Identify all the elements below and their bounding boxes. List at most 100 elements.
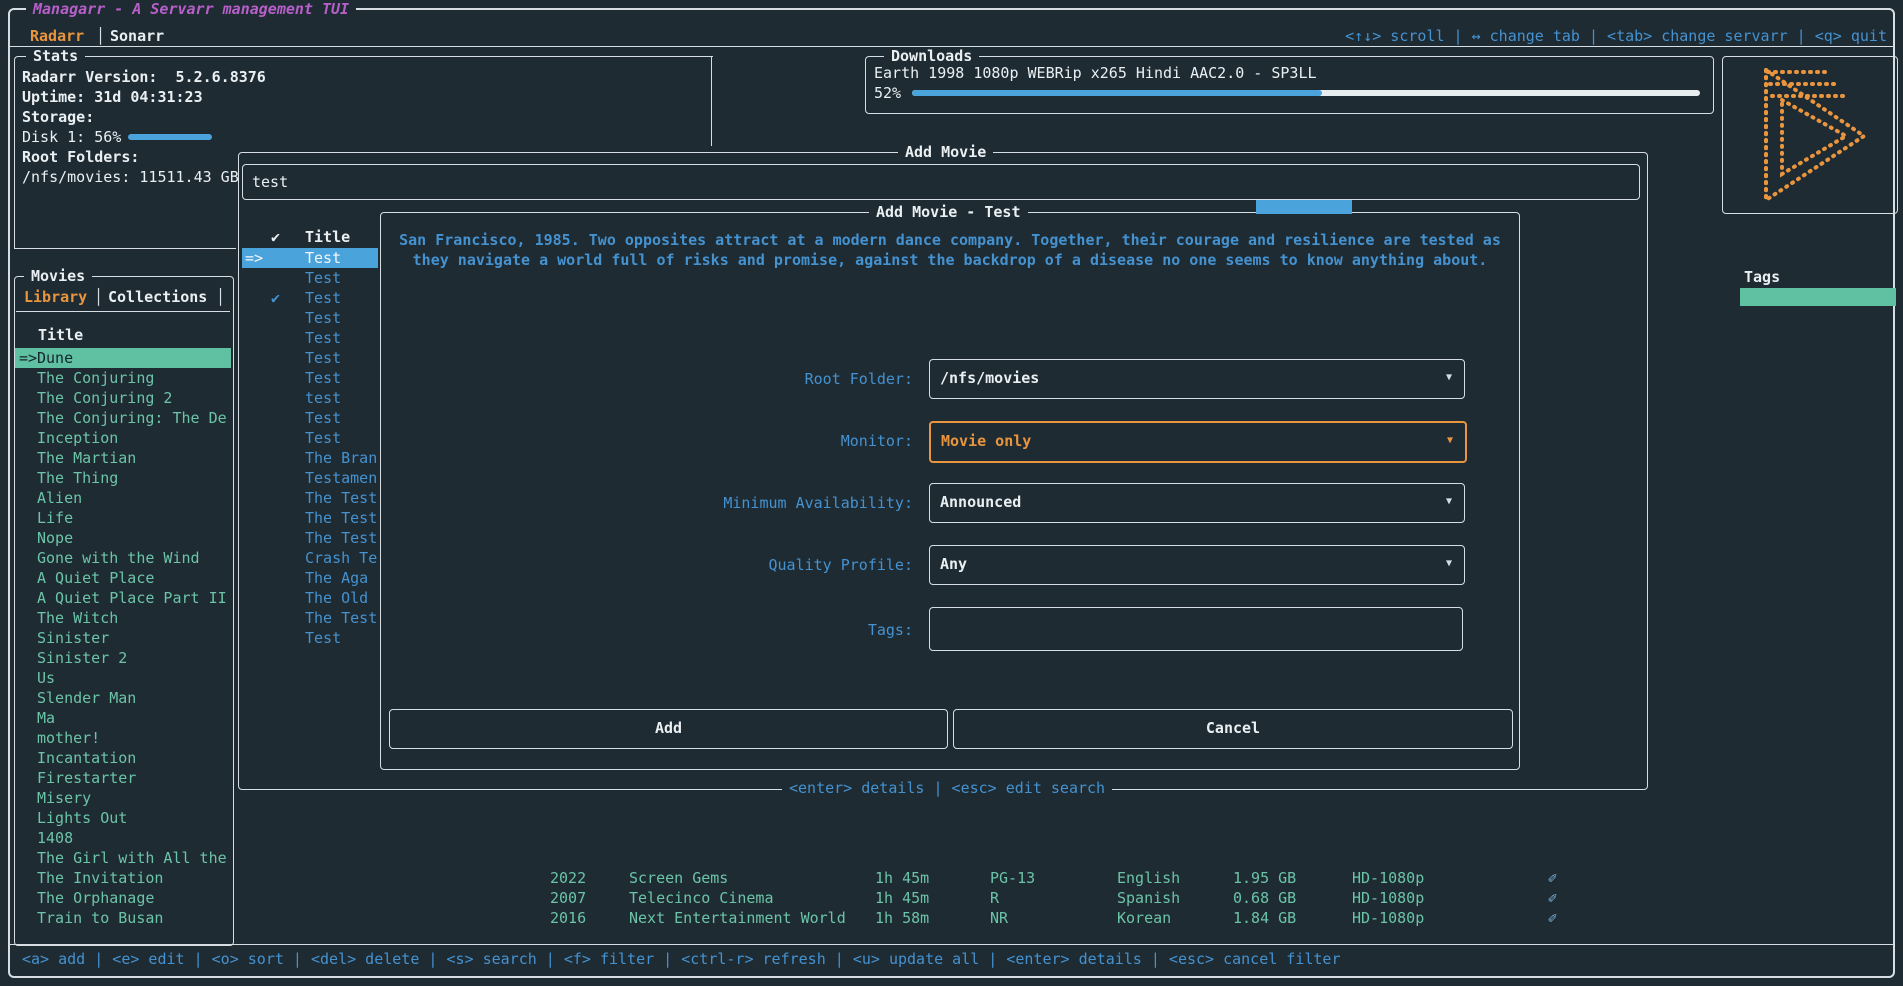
search-result-row[interactable]: The Test	[242, 508, 378, 528]
movie-title: A Quiet Place	[37, 569, 154, 587]
movie-list-item[interactable]: The Witch	[15, 608, 231, 628]
size-cell: 1.84 GB	[1233, 909, 1296, 927]
movie-title: The Thing	[37, 469, 118, 487]
search-result-row[interactable]: Test	[242, 308, 378, 328]
movie-title: Train to Busan	[37, 909, 163, 927]
chevron-down-icon: ▼	[1446, 546, 1452, 582]
movie-list-item[interactable]: => Dune	[15, 348, 231, 368]
search-result-row[interactable]: The Test	[242, 608, 378, 628]
movie-list-item[interactable]: The Thing	[15, 468, 231, 488]
tab-sonarr[interactable]: Sonarr	[110, 27, 164, 45]
movie-title: The Witch	[37, 609, 118, 627]
search-result-row[interactable]: Testamen	[242, 468, 378, 488]
selected-row-marker: =>	[19, 349, 37, 367]
movies-panel-title: Movies	[24, 268, 92, 284]
movie-list-item[interactable]: Gone with the Wind	[15, 548, 231, 568]
search-result-row[interactable]: Test	[242, 368, 378, 388]
movie-list-item[interactable]: The Invitation	[15, 868, 231, 888]
search-result-row[interactable]: Test	[242, 348, 378, 368]
language-cell: Korean	[1117, 909, 1171, 927]
quality-profile-select[interactable]: Any ▼	[929, 545, 1465, 585]
movie-list-item[interactable]: 1408	[15, 828, 231, 848]
root-folder-select[interactable]: /nfs/movies ▼	[929, 359, 1465, 399]
search-result-row[interactable]: The Test	[242, 488, 378, 508]
stats-version: Radarr Version: 5.2.6.8376	[22, 68, 266, 86]
search-result-row[interactable]: Test	[242, 628, 378, 648]
movie-overview-line2: they navigate a world full of risks and …	[381, 251, 1519, 270]
download-progress-fill	[912, 90, 1322, 96]
movie-list-item[interactable]: Slender Man	[15, 688, 231, 708]
search-result-row[interactable]: Crash Te	[242, 548, 378, 568]
movie-list-item[interactable]: The Conjuring	[15, 368, 231, 388]
movie-list-item[interactable]: The Conjuring: The De	[15, 408, 231, 428]
search-result-row[interactable]: The Aga	[242, 568, 378, 588]
tab-library[interactable]: Library	[24, 288, 87, 306]
search-result-row[interactable]: Test	[242, 328, 378, 348]
movie-list-item[interactable]: Train to Busan	[15, 908, 231, 928]
tab-radarr[interactable]: Radarr	[30, 27, 84, 45]
table-row[interactable]: 2022 Screen Gems 1h 45m PG-13 English 1.…	[0, 868, 1903, 888]
movie-list-item[interactable]: Incantation	[15, 748, 231, 768]
tags-input[interactable]	[929, 607, 1463, 651]
studio-cell: Screen Gems	[629, 869, 728, 887]
search-result-row[interactable]: The Bran	[242, 448, 378, 468]
movie-list-item[interactable]: Misery	[15, 788, 231, 808]
movie-list-item[interactable]: Alien	[15, 488, 231, 508]
search-result-row[interactable]: The Old	[242, 588, 378, 608]
add-button[interactable]: Add	[389, 709, 948, 749]
search-result-row[interactable]: test	[242, 388, 378, 408]
movie-list-item[interactable]: The Martian	[15, 448, 231, 468]
header-help: <↑↓> scroll | ↔ change tab | <tab> chang…	[1345, 27, 1887, 45]
movie-list-item[interactable]: Ma	[15, 708, 231, 728]
movie-search-input[interactable]	[242, 164, 1640, 200]
runtime-cell: 1h 45m	[875, 869, 929, 887]
movie-list-item[interactable]: Sinister 2	[15, 648, 231, 668]
table-row[interactable]: 2007 Telecinco Cinema 1h 45m R Spanish 0…	[0, 888, 1903, 908]
result-title: Test	[305, 249, 341, 267]
movie-list-item[interactable]: Lights Out	[15, 808, 231, 828]
search-result-row[interactable]: ✔ Test	[242, 288, 378, 308]
movie-list-item[interactable]: The Conjuring 2	[15, 388, 231, 408]
stats-disk-label: Disk 1: 56%	[22, 128, 121, 146]
search-result-row[interactable]: Test	[242, 428, 378, 448]
movie-list-item[interactable]: Sinister	[15, 628, 231, 648]
movie-title: The Orphanage	[37, 889, 154, 907]
disk-usage-bar-fill	[128, 134, 212, 140]
add-movie-details-modal: Add Movie - Test San Francisco, 1985. Tw…	[380, 212, 1520, 770]
scrollbar-thumb[interactable]	[1256, 200, 1352, 214]
movie-list-item[interactable]: Firestarter	[15, 768, 231, 788]
result-title: Testamen	[305, 469, 377, 487]
movie-list-item[interactable]: Life	[15, 508, 231, 528]
tags-column-header: Tags	[1744, 268, 1780, 286]
runtime-cell: 1h 58m	[875, 909, 929, 927]
movie-list-item[interactable]: A Quiet Place	[15, 568, 231, 588]
result-title: Crash Te	[305, 549, 377, 567]
movie-list-item[interactable]: Inception	[15, 428, 231, 448]
minimum-availability-select[interactable]: Announced ▼	[929, 483, 1465, 523]
movie-list-item[interactable]: A Quiet Place Part II	[15, 588, 231, 608]
movie-list-item[interactable]: mother!	[15, 728, 231, 748]
movie-title: A Quiet Place Part II	[37, 589, 227, 607]
movie-list-item[interactable]: Nope	[15, 528, 231, 548]
search-result-row[interactable]: Test	[242, 268, 378, 288]
tab-divider: │	[94, 288, 103, 306]
add-movie-title: Add Movie	[898, 144, 993, 160]
studio-cell: Next Entertainment World	[629, 909, 846, 927]
rating-cell: NR	[990, 909, 1008, 927]
search-result-row[interactable]: Test	[242, 408, 378, 428]
movie-title: Dune	[37, 349, 73, 367]
search-result-row[interactable]: The Test	[242, 528, 378, 548]
cancel-button[interactable]: Cancel	[953, 709, 1513, 749]
tab-divider: │	[96, 27, 105, 45]
search-result-row[interactable]: => Test	[242, 248, 378, 268]
movie-list-item[interactable]: Us	[15, 668, 231, 688]
tab-divider: │	[216, 288, 225, 306]
movie-list-item[interactable]: The Girl with All the	[15, 848, 231, 868]
movie-title: Incantation	[37, 749, 136, 767]
monitor-select[interactable]: Movie only ▼	[929, 421, 1467, 463]
movie-list-item[interactable]: The Orphanage	[15, 888, 231, 908]
edit-pencil-icon: ✎	[1548, 869, 1557, 887]
table-row[interactable]: 2016 Next Entertainment World 1h 58m NR …	[0, 908, 1903, 928]
stats-rootfolder-value: /nfs/movies: 11511.43 GB	[22, 168, 239, 186]
tab-collections[interactable]: Collections	[108, 288, 207, 306]
